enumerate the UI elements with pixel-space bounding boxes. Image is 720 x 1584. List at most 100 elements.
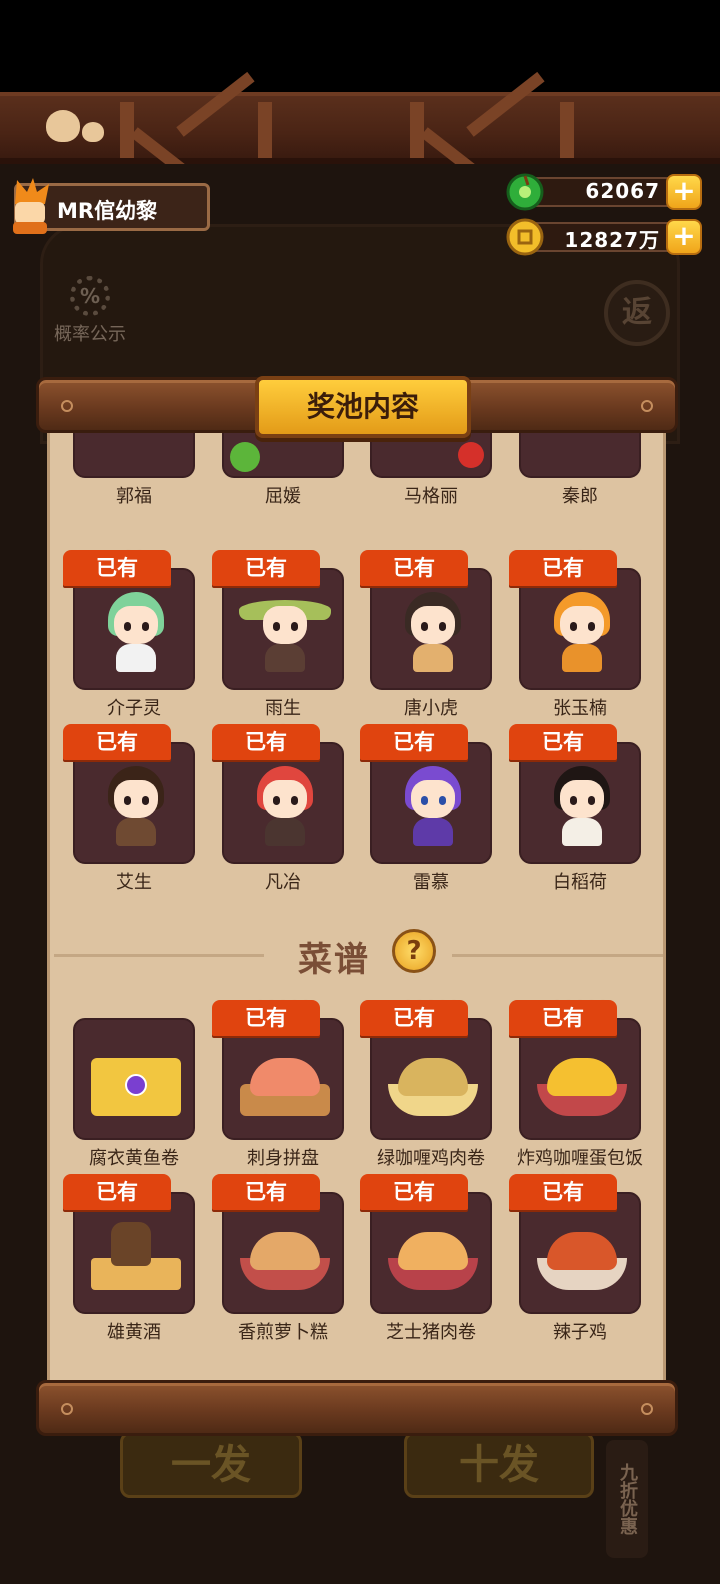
dish-art — [240, 1222, 330, 1292]
add-jade-button[interactable]: + — [666, 174, 702, 210]
character-portrait — [552, 592, 612, 672]
card-tile — [222, 568, 344, 690]
status-bar — [0, 0, 720, 92]
owned-badge: 已有 — [63, 724, 171, 760]
add-coins-button[interactable]: + — [666, 219, 702, 255]
rod-pin — [61, 1403, 73, 1415]
card-tile — [222, 742, 344, 864]
card-tile — [370, 568, 492, 690]
owned-badge: 已有 — [212, 550, 320, 586]
rod-pin — [641, 1403, 653, 1415]
owned-badge: 已有 — [509, 724, 617, 760]
card-label: 秦郎 — [562, 486, 598, 507]
card-tile — [370, 1192, 492, 1314]
card-tile — [519, 1018, 641, 1140]
card-label: 张玉楠 — [553, 698, 607, 719]
coin-currency: 12827万 + — [506, 218, 706, 256]
card-label: 介子灵 — [107, 698, 161, 719]
beam-post — [560, 102, 574, 158]
card-tile — [519, 430, 641, 478]
owned-badge: 已有 — [212, 1174, 320, 1210]
gold-coin-icon — [506, 218, 544, 256]
dish-art — [91, 1048, 181, 1118]
card-label: 雨生 — [265, 698, 301, 719]
help-icon[interactable]: ? — [392, 929, 436, 973]
card-tile — [370, 742, 492, 864]
card-label: 绿咖喱鸡肉卷 — [377, 1148, 485, 1169]
beam-post — [120, 102, 134, 158]
card-label: 凡冶 — [265, 872, 301, 893]
character-portrait — [239, 592, 331, 672]
owned-badge: 已有 — [360, 550, 468, 586]
owned-badge: 已有 — [509, 1174, 617, 1210]
card-tile — [222, 1018, 344, 1140]
chick-icon — [46, 110, 80, 142]
probability-label: 概率公示 — [54, 324, 126, 345]
character-portrait — [106, 766, 166, 846]
percent-gear-icon: % — [70, 276, 110, 316]
owned-badge: 已有 — [360, 1000, 468, 1036]
card-label: 芝士猪肉卷 — [386, 1322, 476, 1343]
coin-amount: 12827万 — [564, 228, 660, 252]
single-draw-button[interactable]: 一发 — [120, 1432, 302, 1498]
card-tile — [73, 430, 195, 478]
card-tile — [222, 1192, 344, 1314]
section-divider — [452, 954, 663, 957]
beam-post — [258, 102, 272, 158]
dish-art — [91, 1222, 181, 1292]
owned-badge: 已有 — [509, 550, 617, 586]
green-jade-icon — [506, 173, 544, 211]
dish-art — [537, 1048, 627, 1118]
card-label: 唐小虎 — [404, 698, 458, 719]
card-tile — [73, 1018, 195, 1140]
card-label: 马格丽 — [404, 486, 458, 507]
card-label: 腐衣黄鱼卷 — [89, 1148, 179, 1169]
owned-badge: 已有 — [360, 1174, 468, 1210]
card-tile — [73, 742, 195, 864]
owned-badge: 已有 — [509, 1000, 617, 1036]
chick-icon — [82, 122, 104, 142]
card-label: 刺身拼盘 — [247, 1148, 319, 1169]
player-name: MR倌幼黎 — [57, 199, 158, 223]
character-portrait — [106, 592, 166, 672]
wooden-beam-header — [0, 71, 720, 193]
card-label: 炸鸡咖喱蛋包饭 — [517, 1148, 643, 1169]
card-tile — [73, 568, 195, 690]
card-tile — [519, 1192, 641, 1314]
owned-badge: 已有 — [360, 724, 468, 760]
owned-badge: 已有 — [63, 1174, 171, 1210]
section-divider — [54, 954, 264, 957]
probability-disclosure-button[interactable]: % 概率公示 — [42, 276, 138, 352]
prize-pool-panel[interactable]: ♦♦♦♦ 郭福 ♦♦♦♦ 屈媛 ♦♦♦♦ 马格丽 ♦♦♦♦ 秦郎 已有 ♦♦ 介… — [47, 430, 666, 1384]
player-name-plate[interactable]: MR倌幼黎 — [13, 178, 210, 234]
beam-post — [410, 102, 424, 158]
card-tile — [519, 568, 641, 690]
dish-art — [240, 1048, 330, 1118]
card-label: 雷慕 — [413, 872, 449, 893]
scroll-bottom-rod — [36, 1380, 678, 1436]
dialog-title: 奖池内容 — [255, 376, 471, 438]
card-tile — [73, 1192, 195, 1314]
recipes-section-title: 菜谱 — [298, 940, 370, 980]
character-portrait — [403, 592, 463, 672]
dish-art — [388, 1222, 478, 1292]
owned-badge: 已有 — [63, 550, 171, 586]
card-label: 白稻荷 — [553, 872, 607, 893]
player-avatar-icon — [13, 178, 49, 234]
return-button[interactable]: 返 — [604, 280, 670, 346]
ten-draw-button[interactable]: 十发 — [404, 1432, 594, 1498]
character-portrait — [552, 766, 612, 846]
dish-art — [388, 1048, 478, 1118]
card-label: 郭福 — [116, 486, 152, 507]
jade-currency: 62067 + — [506, 173, 706, 211]
card-tile — [519, 742, 641, 864]
owned-badge: 已有 — [212, 724, 320, 760]
jade-amount: 62067 — [585, 179, 660, 203]
card-label: 辣子鸡 — [553, 1322, 607, 1343]
card-tile — [370, 1018, 492, 1140]
card-label: 香煎萝卜糕 — [238, 1322, 328, 1343]
card-label: 艾生 — [116, 872, 152, 893]
rod-pin — [641, 400, 653, 412]
dish-art — [537, 1222, 627, 1292]
rod-pin — [61, 400, 73, 412]
